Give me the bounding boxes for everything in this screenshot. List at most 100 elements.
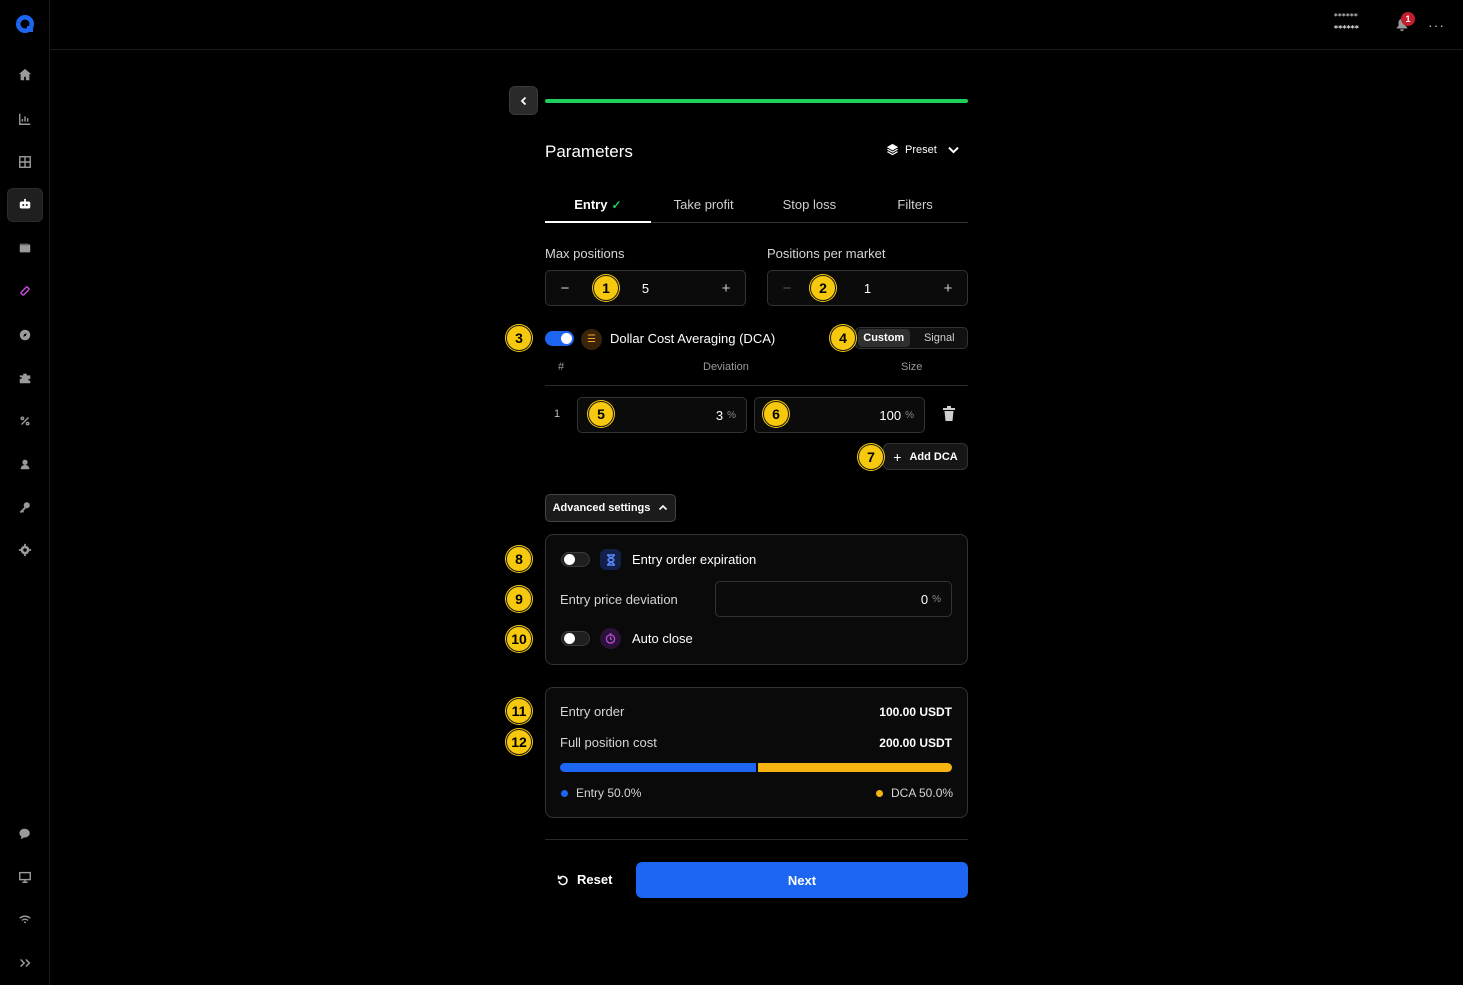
page-title: Parameters — [545, 142, 633, 161]
dca-mode-switch: Custom Signal — [855, 327, 968, 349]
positions-per-market-label: Positions per market — [767, 246, 886, 261]
entry-price-deviation-value: 0 — [920, 591, 929, 607]
preset-dropdown[interactable]: Preset — [886, 143, 960, 156]
entry-price-deviation-input[interactable]: 0% — [715, 581, 952, 617]
layers-icon — [886, 143, 899, 156]
dca-mode-custom[interactable]: Custom — [858, 329, 910, 347]
advanced-settings-label: Advanced settings — [552, 502, 651, 514]
tab-stop-loss[interactable]: Stop loss — [757, 186, 863, 222]
plus-icon: + — [893, 448, 902, 465]
dca-dot-icon — [876, 789, 883, 797]
full-position-cost-value: 200.00 USDT — [879, 736, 952, 750]
divider — [545, 839, 968, 840]
max-positions-increment[interactable]: + — [719, 280, 733, 297]
entry-legend: Entry 50.0% — [561, 786, 641, 800]
advanced-settings-panel: Entry order expiration Entry price devia… — [545, 534, 968, 665]
preset-label: Preset — [905, 143, 937, 156]
tab-take-profit[interactable]: Take profit — [651, 186, 757, 222]
dca-size-value: 100 — [879, 407, 902, 423]
dca-toggle[interactable] — [545, 331, 574, 346]
wallet-icon[interactable] — [13, 236, 37, 260]
entry-share-segment — [560, 763, 756, 772]
chart-icon[interactable] — [13, 107, 37, 131]
compass-icon[interactable] — [13, 323, 37, 347]
dca-row-index: 1 — [554, 408, 561, 420]
annotation-marker: 2 — [810, 275, 836, 301]
max-positions-stepper: − 5 + — [545, 270, 746, 306]
annotation-marker: 6 — [763, 401, 789, 427]
auto-close-toggle[interactable] — [561, 631, 590, 646]
tab-filters[interactable]: Filters — [862, 186, 968, 222]
dca-legend-label: DCA 50.0% — [891, 786, 954, 800]
dca-mode-signal[interactable]: Signal — [914, 329, 966, 347]
reset-button[interactable]: Reset — [557, 872, 612, 887]
entry-price-deviation-label: Entry price deviation — [560, 592, 678, 607]
dca-icon: ☰ — [581, 329, 602, 350]
max-positions-decrement[interactable]: − — [558, 280, 572, 297]
annotation-marker: 12 — [506, 729, 532, 755]
chevron-down-icon — [948, 146, 959, 154]
home-icon[interactable] — [13, 63, 37, 87]
back-button[interactable] — [509, 86, 538, 115]
user-icon[interactable] — [13, 452, 37, 476]
dca-col-index: # — [558, 361, 565, 373]
timer-icon — [600, 628, 621, 649]
entry-expiration-toggle[interactable] — [561, 552, 590, 567]
chevron-up-icon — [659, 504, 668, 511]
divider — [545, 385, 968, 386]
masked-name: ****** — [1333, 12, 1358, 21]
signal-icon[interactable] — [13, 279, 37, 303]
next-button[interactable]: Next — [636, 862, 968, 898]
bot-icon[interactable] — [7, 188, 43, 222]
dca-share-segment — [756, 763, 952, 772]
advanced-settings-button[interactable]: Advanced settings — [545, 494, 676, 522]
annotation-marker: 9 — [506, 586, 532, 612]
entry-expiration-label: Entry order expiration — [632, 552, 757, 567]
expand-icon[interactable] — [13, 951, 37, 975]
annotation-marker: 3 — [506, 325, 532, 351]
positions-per-market-value[interactable]: 1 — [864, 281, 871, 296]
dca-deviation-value: 3 — [715, 407, 724, 423]
tab-entry[interactable]: Entry ✓ — [545, 186, 651, 223]
more-menu-icon[interactable]: ··· — [1428, 17, 1445, 33]
sidebar — [0, 0, 50, 985]
add-dca-button[interactable]: + Add DCA — [883, 443, 968, 470]
gear-icon[interactable] — [13, 538, 37, 562]
entry-order-value: 100.00 USDT — [879, 705, 952, 719]
tab-bar: Entry ✓ Take profit Stop loss Filters — [545, 186, 968, 223]
monitor-icon[interactable] — [13, 865, 37, 889]
dca-size-unit: % — [905, 409, 914, 421]
trash-icon[interactable] — [942, 406, 956, 422]
account-masked[interactable]: ****** ****** — [1334, 11, 1359, 35]
chat-icon[interactable] — [13, 822, 37, 846]
dca-deviation-unit: % — [727, 409, 736, 421]
reset-icon — [557, 875, 568, 885]
annotation-marker: 10 — [506, 626, 532, 652]
auto-close-label: Auto close — [632, 631, 693, 646]
annotation-marker: 5 — [588, 401, 614, 427]
masked-balance: ****** — [1333, 24, 1359, 33]
dca-col-size: Size — [901, 361, 923, 373]
entry-legend-label: Entry 50.0% — [576, 786, 642, 800]
dca-col-deviation: Deviation — [703, 361, 749, 373]
max-positions-value[interactable]: 5 — [642, 281, 649, 296]
annotation-marker: 11 — [506, 698, 532, 724]
reset-label: Reset — [577, 872, 613, 887]
hourglass-icon — [600, 549, 621, 570]
puzzle-icon[interactable] — [13, 366, 37, 390]
app-logo[interactable] — [15, 14, 35, 34]
key-icon[interactable] — [13, 495, 37, 519]
topbar: ****** ****** 1 ··· — [50, 0, 1463, 50]
entry-dot-icon — [561, 789, 568, 797]
notification-badge: 1 — [1401, 12, 1415, 26]
wizard-progress-bar — [545, 99, 968, 103]
cost-split-bar — [560, 763, 952, 772]
percent-icon[interactable] — [13, 409, 37, 433]
grid-icon[interactable] — [13, 150, 37, 174]
add-dca-label: Add DCA — [909, 450, 958, 463]
positions-per-market-increment[interactable]: + — [941, 280, 955, 297]
wifi-icon[interactable] — [13, 908, 37, 932]
dca-title: Dollar Cost Averaging (DCA) — [610, 331, 776, 346]
positions-per-market-decrement[interactable]: − — [780, 280, 794, 297]
entry-price-deviation-unit: % — [932, 593, 941, 605]
